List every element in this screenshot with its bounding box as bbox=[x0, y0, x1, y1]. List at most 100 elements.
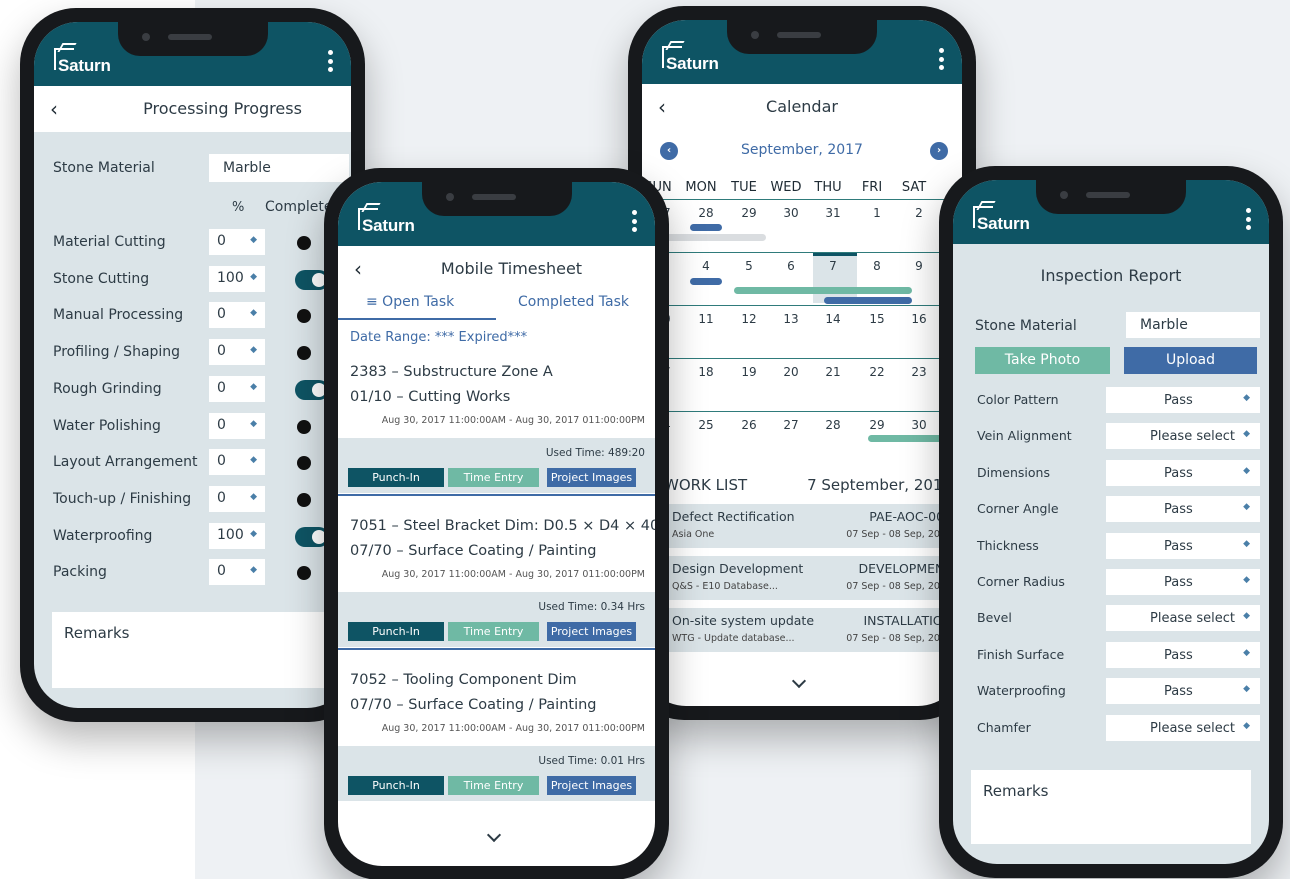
take-photo-button[interactable]: Take Photo bbox=[975, 347, 1110, 374]
calendar-day[interactable]: 19 bbox=[734, 365, 764, 379]
calendar-day[interactable]: 1 bbox=[862, 206, 892, 220]
calendar-day[interactable]: 29 bbox=[734, 206, 764, 220]
calendar-day[interactable]: 14 bbox=[818, 312, 848, 326]
calendar-day[interactable]: 5 bbox=[734, 259, 764, 273]
inspection-select[interactable]: Pass ◆ bbox=[1106, 641, 1260, 668]
calendar-day[interactable]: 9 bbox=[904, 259, 934, 273]
time-entry-button[interactable]: Time Entry bbox=[448, 622, 539, 641]
complete-toggle-off[interactable] bbox=[297, 566, 311, 581]
calendar-day[interactable]: 2 bbox=[904, 206, 934, 220]
calendar-day[interactable]: 29 bbox=[862, 418, 892, 432]
chevron-down-icon[interactable] bbox=[486, 827, 501, 843]
calendar-day[interactable]: 11 bbox=[691, 312, 721, 326]
inspection-select[interactable]: Pass ◆ bbox=[1106, 496, 1260, 523]
inspection-select[interactable]: Pass ◆ bbox=[1106, 678, 1260, 705]
task-title[interactable]: 2383 – Substructure Zone A bbox=[350, 360, 553, 384]
work-list-item[interactable]: Design Development DEVELOPMENT Q&S - E10 D… bbox=[642, 556, 962, 600]
calendar-day[interactable]: 21 bbox=[818, 365, 848, 379]
inspection-label: Corner Radius bbox=[977, 574, 1065, 589]
complete-toggle-off[interactable] bbox=[297, 419, 311, 434]
percent-select[interactable]: 100 ◆ bbox=[209, 265, 265, 292]
remarks-field[interactable]: Remarks bbox=[971, 770, 1251, 844]
stone-material-field[interactable]: Marble bbox=[1126, 312, 1260, 338]
work-date-range: 07 Sep - 08 Sep, 2017 bbox=[846, 633, 952, 644]
calendar-day[interactable]: 8 bbox=[862, 259, 892, 273]
calendar-day[interactable]: 30 bbox=[776, 206, 806, 220]
calendar-day[interactable]: 15 bbox=[862, 312, 892, 326]
calendar-day[interactable]: 6 bbox=[776, 259, 806, 273]
calendar-day[interactable]: 4 bbox=[691, 259, 721, 273]
stone-material-field[interactable]: Marble bbox=[209, 154, 349, 182]
punch-in-button[interactable]: Punch-In bbox=[348, 468, 444, 487]
chevron-updown-icon: ◆ bbox=[1243, 538, 1250, 549]
back-arrow-icon[interactable]: ‹ bbox=[50, 97, 58, 121]
percent-select[interactable]: 0 ◆ bbox=[209, 485, 265, 512]
more-menu-icon[interactable] bbox=[938, 48, 944, 70]
inspection-select[interactable]: Pass ◆ bbox=[1106, 459, 1260, 486]
percent-select[interactable]: 0 ◆ bbox=[209, 339, 265, 366]
used-time: Used Time: 0.01 Hrs bbox=[538, 755, 645, 767]
work-list-item[interactable]: On-site system update INSTALLATION WTG - U… bbox=[642, 608, 962, 652]
phone-notch bbox=[421, 182, 572, 216]
calendar-day[interactable]: 13 bbox=[776, 312, 806, 326]
calendar-day[interactable]: 16 bbox=[904, 312, 934, 326]
time-entry-button[interactable]: Time Entry bbox=[448, 776, 539, 795]
task-subtitle: 07/70 – Surface Coating / Painting bbox=[350, 543, 597, 559]
percent-select[interactable]: 0 ◆ bbox=[209, 412, 265, 439]
inspection-select[interactable]: Pass ◆ bbox=[1106, 387, 1260, 413]
more-menu-icon[interactable] bbox=[1245, 208, 1251, 230]
task-title[interactable]: 7052 – Tooling Component Dim bbox=[350, 668, 577, 692]
calendar-day[interactable]: 23 bbox=[904, 365, 934, 379]
calendar-day[interactable]: 31 bbox=[818, 206, 848, 220]
calendar-day[interactable]: 30 bbox=[904, 418, 934, 432]
upload-button[interactable]: Upload bbox=[1124, 347, 1257, 374]
percent-select[interactable]: 100 ◆ bbox=[209, 522, 265, 549]
percent-select[interactable]: 0 ◆ bbox=[209, 302, 265, 329]
inspection-select[interactable]: Please select ◆ bbox=[1106, 423, 1260, 450]
calendar-day[interactable]: 22 bbox=[862, 365, 892, 379]
work-list-item[interactable]: Defect Rectification PAE-AOC-007 Asia One 0… bbox=[642, 504, 962, 548]
inspection-value: Please select bbox=[1150, 611, 1235, 627]
project-images-button[interactable]: Project Images bbox=[547, 776, 636, 795]
project-images-button[interactable]: Project Images bbox=[547, 622, 636, 641]
calendar-day[interactable]: 28 bbox=[818, 418, 848, 432]
punch-in-button[interactable]: Punch-In bbox=[348, 776, 444, 795]
tab-open-task[interactable]: ≡ Open Task bbox=[366, 294, 454, 310]
tab-completed-task[interactable]: Completed Task bbox=[518, 294, 629, 310]
percent-select[interactable]: 0 ◆ bbox=[209, 559, 265, 586]
calendar-day[interactable]: 12 bbox=[734, 312, 764, 326]
inspection-select[interactable]: Pass ◆ bbox=[1106, 532, 1260, 559]
remarks-field[interactable]: Remarks bbox=[52, 612, 351, 688]
worklist-date: 7 September, 2017 bbox=[807, 476, 952, 494]
complete-toggle-off[interactable] bbox=[297, 346, 311, 361]
stepper-icon: ◆ bbox=[250, 455, 257, 466]
complete-toggle-off[interactable] bbox=[297, 456, 311, 471]
phone-processing-progress: Saturn ‹ Processing Progress Stone Mater… bbox=[20, 8, 365, 722]
page-header: Inspection Report bbox=[953, 244, 1269, 290]
inspection-select[interactable]: Please select ◆ bbox=[1106, 714, 1260, 741]
punch-in-button[interactable]: Punch-In bbox=[348, 622, 444, 641]
time-entry-button[interactable]: Time Entry bbox=[448, 468, 539, 487]
complete-toggle-off[interactable] bbox=[297, 492, 311, 507]
calendar-day[interactable]: 18 bbox=[691, 365, 721, 379]
next-month-icon[interactable]: › bbox=[930, 142, 948, 160]
inspection-select[interactable]: Please select ◆ bbox=[1106, 605, 1260, 632]
calendar-day[interactable]: 28 bbox=[691, 206, 721, 220]
calendar-day[interactable]: 7 bbox=[818, 259, 848, 273]
percent-select[interactable]: 0 ◆ bbox=[209, 229, 265, 255]
complete-toggle-off[interactable] bbox=[297, 236, 311, 250]
calendar-day[interactable]: 27 bbox=[776, 418, 806, 432]
complete-toggle-off[interactable] bbox=[297, 309, 311, 324]
chevron-down-icon[interactable] bbox=[791, 673, 807, 689]
calendar-day[interactable]: 26 bbox=[734, 418, 764, 432]
task-title[interactable]: 7051 – Steel Bracket Dim: D0.5 × D4 × 40 bbox=[350, 514, 655, 538]
calendar-day[interactable]: 25 bbox=[691, 418, 721, 432]
more-menu-icon[interactable] bbox=[327, 50, 333, 72]
percent-select[interactable]: 0 ◆ bbox=[209, 449, 265, 476]
calendar-day[interactable]: 20 bbox=[776, 365, 806, 379]
inspection-select[interactable]: Pass ◆ bbox=[1106, 569, 1260, 595]
back-arrow-icon[interactable]: ‹ bbox=[354, 257, 362, 281]
more-menu-icon[interactable] bbox=[631, 210, 637, 232]
percent-select[interactable]: 0 ◆ bbox=[209, 375, 265, 402]
project-images-button[interactable]: Project Images bbox=[547, 468, 636, 487]
